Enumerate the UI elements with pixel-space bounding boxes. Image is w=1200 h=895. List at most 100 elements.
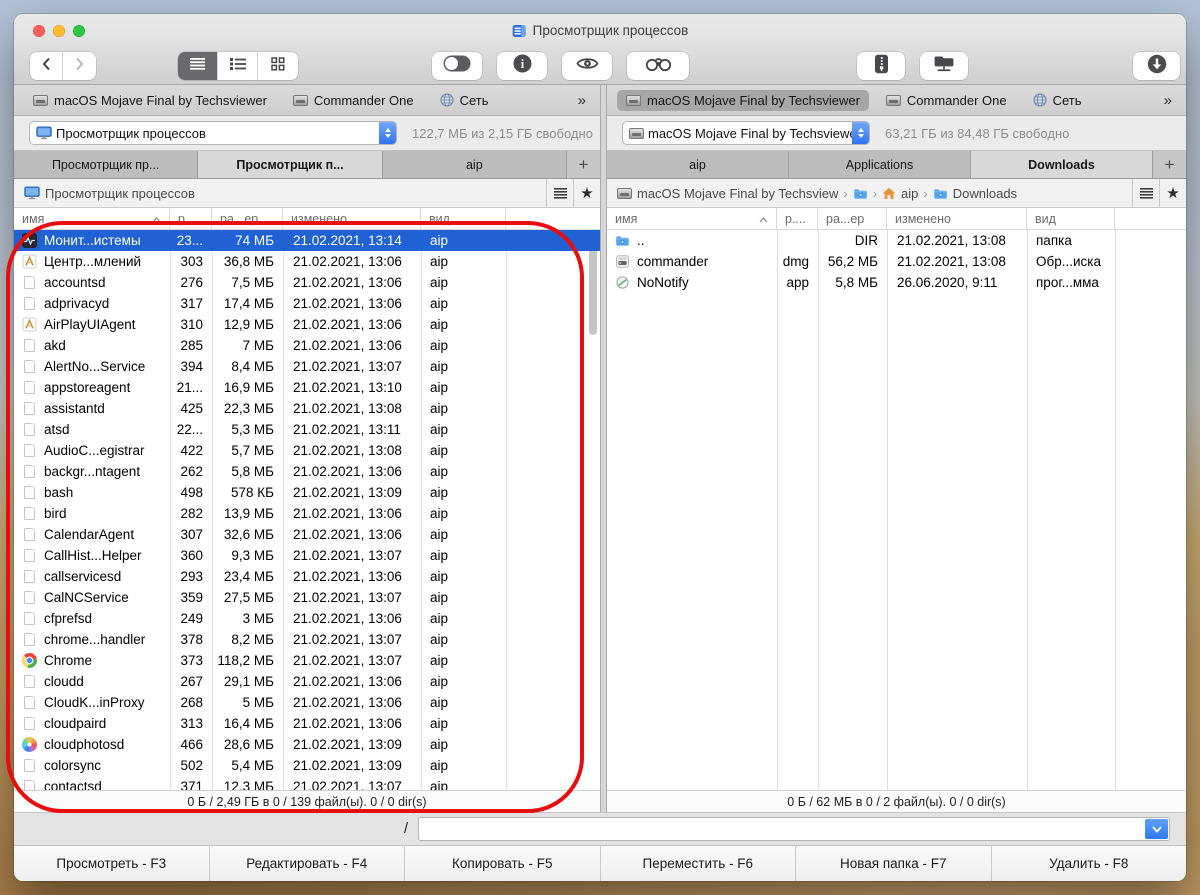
file-row[interactable]: Монит...истемы 23... 74 МБ 21.02.2021, 13:1… <box>14 230 600 251</box>
fkey-button-f6[interactable]: Переместить - F6 <box>600 846 796 881</box>
right-drive-combobox[interactable]: macOS Mojave Final by Techsviewer <box>622 121 870 145</box>
column-header-kind[interactable]: вид <box>421 208 506 229</box>
file-row[interactable]: cloudphotosd 466 28,6 МБ 21.02.2021, 13:09 a… <box>14 734 600 755</box>
tab-downloads[interactable]: Downloads <box>971 151 1153 178</box>
grid-view-button[interactable] <box>258 52 298 80</box>
add-tab-button[interactable]: + <box>1153 151 1186 178</box>
path-segment[interactable]: aip <box>882 186 918 201</box>
download-queue-button[interactable] <box>1133 52 1180 80</box>
list-style-button[interactable] <box>1132 179 1159 207</box>
file-row[interactable]: NoNotify app 5,8 МБ 26.06.2020, 9:11 прог...… <box>607 272 1186 293</box>
zoom-window-button[interactable] <box>73 25 85 37</box>
file-row[interactable]: accountsd 276 7,5 МБ 21.02.2021, 13:06 aip <box>14 272 600 293</box>
info-button[interactable]: i <box>497 52 547 80</box>
column-header-ext[interactable]: р.... <box>170 208 212 229</box>
file-row[interactable]: atsd 22... 5,3 МБ 21.02.2021, 13:11 aip <box>14 419 600 440</box>
column-header-name[interactable]: имя <box>607 208 777 229</box>
file-row[interactable]: appstoreagent 21... 16,9 МБ 21.02.2021, 13:… <box>14 377 600 398</box>
back-button[interactable] <box>30 52 63 80</box>
tab-просмотрщик-п-[interactable]: Просмотрщик п... <box>198 151 383 178</box>
file-row[interactable]: CallHist...Helper 360 9,3 МБ 21.02.2021, 13… <box>14 545 600 566</box>
detail-view-button[interactable] <box>218 52 258 80</box>
command-input[interactable] <box>419 818 1169 840</box>
path-segment[interactable]: macOS Mojave Final by Techsview <box>617 186 838 201</box>
file-row[interactable]: adprivacyd 317 17,4 МБ 21.02.2021, 13:06 aip <box>14 293 600 314</box>
drive-bar-item[interactable]: Commander One <box>877 90 1016 111</box>
right-drive-stepper[interactable] <box>852 122 869 144</box>
drive-bar-item[interactable]: Сеть <box>1024 90 1091 111</box>
column-header-size[interactable]: ра...ер <box>818 208 887 229</box>
drive-bar-item[interactable]: Commander One <box>284 90 423 111</box>
left-drive-combobox[interactable]: Просмотрщик процессов <box>29 121 397 145</box>
tab-просмотрщик-пр-[interactable]: Просмотрщик пр... <box>14 151 199 178</box>
left-drive-stepper[interactable] <box>379 122 396 144</box>
drive-bar-item[interactable]: Сеть <box>431 90 498 111</box>
file-name: colorsync <box>44 758 102 773</box>
add-tab-button[interactable]: + <box>566 151 600 178</box>
favorites-button[interactable]: ★ <box>573 179 600 207</box>
favorites-button[interactable]: ★ <box>1159 179 1186 207</box>
network-button[interactable] <box>920 52 968 80</box>
path-segment[interactable]: Просмотрщик процессов <box>24 186 195 201</box>
forward-button[interactable] <box>63 52 96 80</box>
file-row[interactable]: commander dmg 56,2 МБ 21.02.2021, 13:08 Обр.… <box>607 251 1186 272</box>
close-window-button[interactable] <box>33 25 45 37</box>
file-row[interactable]: .. DIR 21.02.2021, 13:08 папка <box>607 230 1186 251</box>
file-row[interactable]: AlertNo...Service 394 8,4 МБ 21.02.2021, 13… <box>14 356 600 377</box>
file-row[interactable]: chrome...handler 378 8,2 МБ 21.02.2021, 13:… <box>14 629 600 650</box>
command-history-button[interactable] <box>1145 819 1168 839</box>
title-bar[interactable]: Просмотрщик процессов <box>14 14 1186 47</box>
fkey-button-f7[interactable]: Новая папка - F7 <box>796 846 992 881</box>
file-row[interactable]: CloudK...inProxy 268 5 МБ 21.02.2021, 13:06… <box>14 692 600 713</box>
column-header-kind[interactable]: вид <box>1027 208 1115 229</box>
path-segment[interactable] <box>853 186 868 201</box>
file-row[interactable]: contactsd 371 12,3 МБ 21.02.2021, 13:07 aip <box>14 776 600 790</box>
column-header-ext[interactable]: р.... <box>777 208 818 229</box>
tab-aip[interactable]: aip <box>382 151 567 178</box>
fkey-button-f3[interactable]: Просмотреть - F3 <box>14 846 210 881</box>
file-row[interactable]: CalNCService 359 27,5 МБ 21.02.2021, 13:07 a… <box>14 587 600 608</box>
file-name: akd <box>44 338 66 353</box>
column-header-size[interactable]: ра...ер <box>212 208 283 229</box>
svg-text:i: i <box>520 57 524 71</box>
tab-applications[interactable]: Applications <box>789 151 971 178</box>
drive-bar-item[interactable]: macOS Mojave Final by Techsviewer <box>617 89 869 111</box>
archive-button[interactable] <box>857 52 905 80</box>
file-ext: 371 <box>180 779 203 790</box>
path-segment[interactable]: Downloads <box>933 186 1017 201</box>
file-row[interactable]: bird 282 13,9 МБ 21.02.2021, 13:06 aip <box>14 503 600 524</box>
drive-bar-overflow-button[interactable]: » <box>572 92 590 109</box>
file-row[interactable]: colorsync 502 5,4 МБ 21.02.2021, 13:09 aip <box>14 755 600 776</box>
file-kind: aip <box>430 296 449 311</box>
column-header-modified[interactable]: изменено <box>887 208 1027 229</box>
drive-bar-overflow-button[interactable]: » <box>1158 92 1176 109</box>
file-row[interactable]: cloudpaird 313 16,4 МБ 21.02.2021, 13:06 aip <box>14 713 600 734</box>
drive-bar-item[interactable]: macOS Mojave Final by Techsviewer <box>24 90 276 111</box>
file-row[interactable]: akd 285 7 МБ 21.02.2021, 13:06 aip <box>14 335 600 356</box>
file-row[interactable]: bash 498 578 КБ 21.02.2021, 13:09 aip <box>14 482 600 503</box>
column-header-modified[interactable]: изменено <box>283 208 421 229</box>
pane-splitter[interactable] <box>600 85 607 812</box>
list-style-button[interactable] <box>546 179 573 207</box>
search-button[interactable] <box>627 52 689 80</box>
file-row[interactable]: callservicesd 293 23,4 МБ 21.02.2021, 13:06… <box>14 566 600 587</box>
list-view-button[interactable] <box>178 52 218 80</box>
fkey-button-f8[interactable]: Удалить - F8 <box>991 846 1186 881</box>
tab-aip[interactable]: aip <box>607 151 789 178</box>
file-row[interactable]: backgr...ntagent 262 5,8 МБ 21.02.2021, 13:… <box>14 461 600 482</box>
show-hidden-button[interactable] <box>562 52 612 80</box>
minimize-window-button[interactable] <box>53 25 65 37</box>
file-row[interactable]: CalendarAgent 307 32,6 МБ 21.02.2021, 13:06… <box>14 524 600 545</box>
queue-toggle-button[interactable] <box>432 52 482 80</box>
file-row[interactable]: cfprefsd 249 3 МБ 21.02.2021, 13:06 aip <box>14 608 600 629</box>
file-row[interactable]: AirPlayUIAgent 310 12,9 МБ 21.02.2021, 13:0… <box>14 314 600 335</box>
grid-view-icon <box>271 56 285 76</box>
fkey-button-f5[interactable]: Копировать - F5 <box>405 846 601 881</box>
file-row[interactable]: Chrome 373 118,2 МБ 21.02.2021, 13:07 aip <box>14 650 600 671</box>
file-row[interactable]: AudioC...egistrar 422 5,7 МБ 21.02.2021, 13… <box>14 440 600 461</box>
file-row[interactable]: cloudd 267 29,1 МБ 21.02.2021, 13:06 aip <box>14 671 600 692</box>
fkey-button-f4[interactable]: Редактировать - F4 <box>209 846 405 881</box>
column-header-name[interactable]: имя <box>14 208 170 229</box>
file-row[interactable]: assistantd 425 22,3 МБ 21.02.2021, 13:08 aip <box>14 398 600 419</box>
file-row[interactable]: Центр...млений 303 36,8 МБ 21.02.2021, 13:0… <box>14 251 600 272</box>
